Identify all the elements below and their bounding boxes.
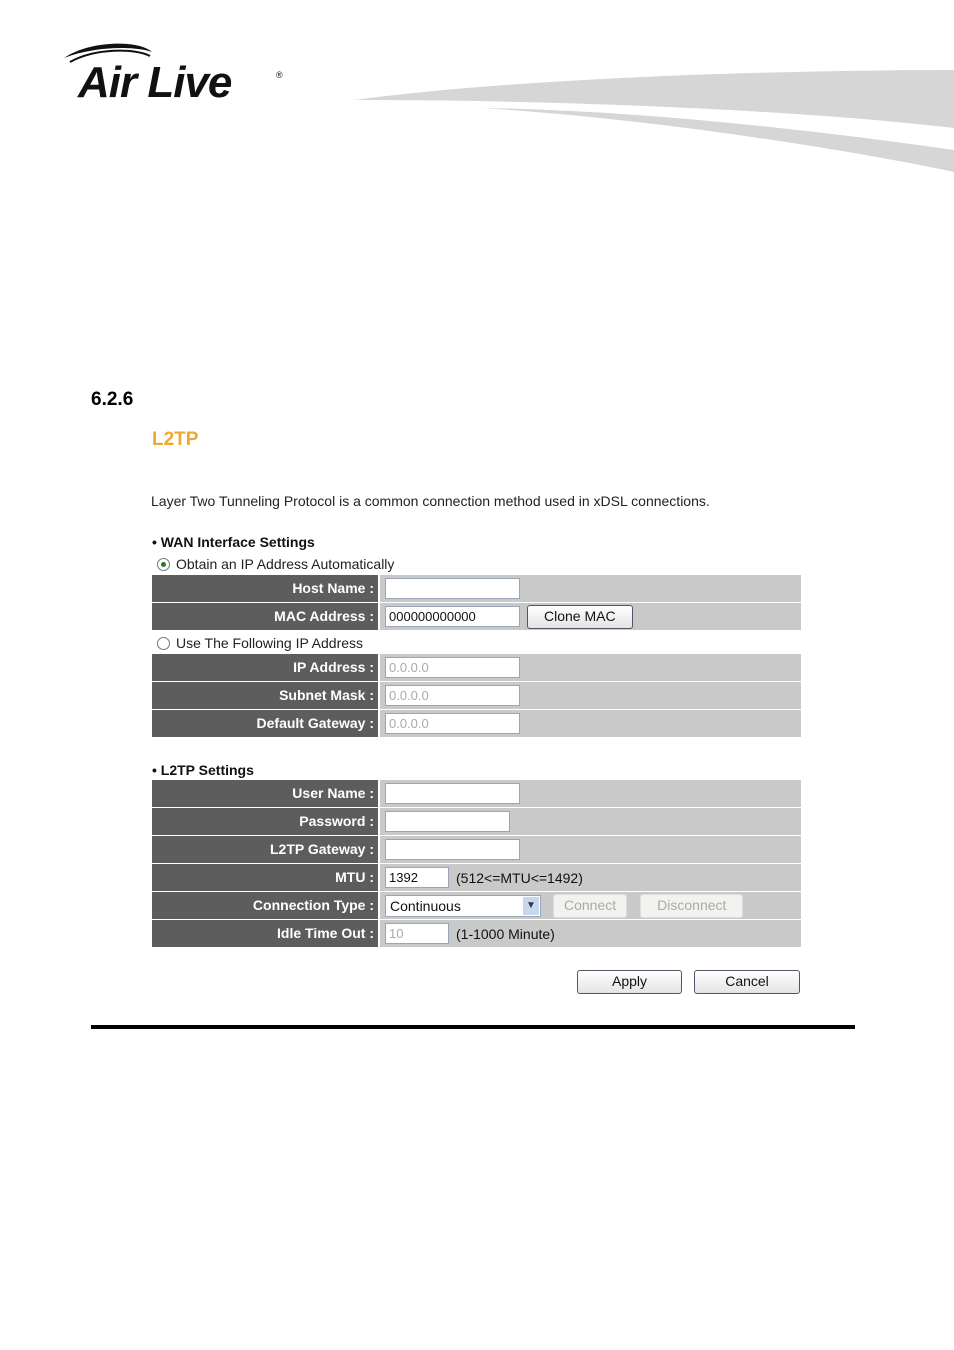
idle-time-hint: (1-1000 Minute) xyxy=(456,925,555,942)
disconnect-button[interactable]: Disconnect xyxy=(640,893,744,918)
default-gateway-label: Default Gateway : xyxy=(152,710,378,737)
airlive-logo: Air Live xyxy=(78,58,232,107)
l2tp-heading-text: L2TP Settings xyxy=(160,762,254,778)
wan-heading-text: WAN Interface Settings xyxy=(160,534,315,550)
radio-selected-icon[interactable] xyxy=(157,557,170,571)
use-following-option[interactable]: Use The Following IP Address xyxy=(157,635,363,651)
mac-address-label: MAC Address : xyxy=(152,603,378,630)
use-following-label: Use The Following IP Address xyxy=(176,635,364,651)
mac-address-row: MAC Address : 000000000000 Clone MAC xyxy=(152,603,801,630)
ip-address-row: IP Address : 0.0.0.0 xyxy=(152,654,801,681)
mtu-row: MTU : 1392 (512<=MTU<=1492) xyxy=(152,864,801,891)
registered-mark: ® xyxy=(276,70,283,80)
section-number: 6.2.6 xyxy=(91,389,134,410)
l2tp-gateway-input[interactable] xyxy=(385,839,520,860)
description: Layer Two Tunneling Protocol is a common… xyxy=(151,493,710,509)
document-page: Air Live ® 6.2.6 L2TP Layer Two Tunnelin… xyxy=(0,0,954,1350)
l2tp-gateway-row: L2TP Gateway : xyxy=(152,836,801,863)
connect-button[interactable]: Connect xyxy=(553,893,628,918)
obtain-auto-option[interactable]: Obtain an IP Address Automatically xyxy=(157,556,394,572)
page-divider xyxy=(91,1025,855,1029)
connection-type-row: Connection Type : Continuous ▼ Connect Di… xyxy=(152,892,801,919)
obtain-auto-label: Obtain an IP Address Automatically xyxy=(176,556,395,572)
host-name-input[interactable] xyxy=(385,578,520,599)
mtu-input[interactable]: 1392 xyxy=(385,867,449,888)
user-name-row: User Name : xyxy=(152,780,801,807)
mtu-label: MTU : xyxy=(152,864,378,891)
radio-unselected-icon[interactable] xyxy=(157,636,170,650)
page-title: L2TP xyxy=(152,429,199,450)
password-input[interactable] xyxy=(385,811,510,832)
connection-type-label: Connection Type : xyxy=(152,892,378,919)
default-gateway-row: Default Gateway : 0.0.0.0 xyxy=(152,710,801,737)
idle-time-label: Idle Time Out : xyxy=(152,920,378,947)
apply-button[interactable]: Apply xyxy=(577,970,682,994)
connection-type-value: Continuous xyxy=(390,897,461,914)
subnet-mask-input[interactable]: 0.0.0.0 xyxy=(385,685,520,706)
user-name-label: User Name : xyxy=(152,780,378,807)
idle-time-row: Idle Time Out : 10 (1-1000 Minute) xyxy=(152,920,801,947)
host-name-label: Host Name : xyxy=(152,575,378,602)
host-name-row: Host Name : xyxy=(152,575,801,602)
cancel-button[interactable]: Cancel xyxy=(694,970,800,994)
ip-address-label: IP Address : xyxy=(152,654,378,681)
mtu-hint: (512<=MTU<=1492) xyxy=(456,869,583,886)
idle-time-input[interactable]: 10 xyxy=(385,923,449,944)
connection-type-select[interactable]: Continuous ▼ xyxy=(385,894,541,917)
mac-address-input[interactable]: 000000000000 xyxy=(385,606,520,627)
l2tp-heading: • L2TP Settings xyxy=(152,762,254,778)
user-name-input[interactable] xyxy=(385,783,520,804)
l2tp-gateway-label: L2TP Gateway : xyxy=(152,836,378,863)
password-row: Password : xyxy=(152,808,801,835)
chevron-down-icon[interactable]: ▼ xyxy=(523,896,539,915)
subnet-mask-row: Subnet Mask : 0.0.0.0 xyxy=(152,682,801,709)
default-gateway-input[interactable]: 0.0.0.0 xyxy=(385,713,520,734)
ip-address-input[interactable]: 0.0.0.0 xyxy=(385,657,520,678)
clone-mac-button[interactable]: Clone MAC xyxy=(527,604,633,629)
password-label: Password : xyxy=(152,808,378,835)
wan-heading: • WAN Interface Settings xyxy=(152,534,315,550)
subnet-mask-label: Subnet Mask : xyxy=(152,682,378,709)
